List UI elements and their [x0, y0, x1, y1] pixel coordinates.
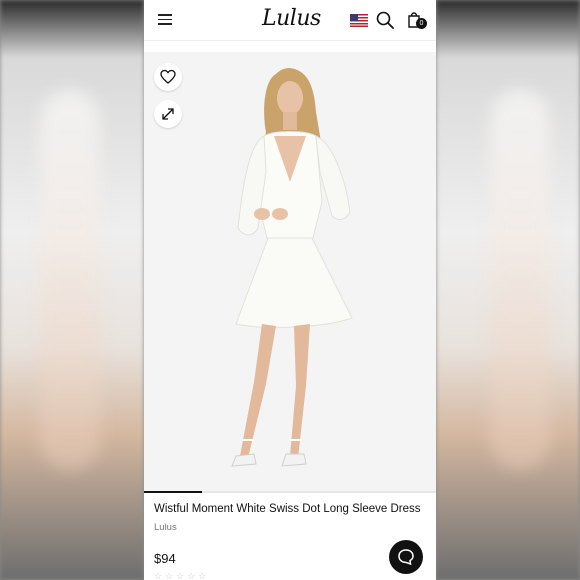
chat-icon — [398, 549, 414, 566]
product-brand[interactable]: Lulus — [154, 522, 177, 533]
heart-icon — [160, 69, 176, 84]
blurred-figure-right — [490, 90, 550, 470]
expand-image-button[interactable] — [154, 100, 182, 128]
top-navigation-bar: Lulus 0 — [144, 0, 436, 41]
menu-icon[interactable] — [158, 14, 172, 25]
carousel-position-indicator — [144, 491, 203, 493]
image-carousel-progress — [144, 491, 436, 493]
product-photo[interactable] — [144, 52, 436, 492]
us-flag-icon[interactable] — [350, 14, 368, 27]
rating-stars[interactable]: ☆☆☆☆☆ — [154, 571, 209, 580]
expand-icon — [162, 108, 174, 120]
search-icon[interactable] — [376, 11, 394, 29]
product-title: Wistful Moment White Swiss Dot Long Slee… — [154, 503, 421, 515]
favorite-button[interactable] — [154, 63, 182, 91]
phone-screen: Lulus 0 Wistful Moment White Swiss Dot L… — [144, 0, 436, 580]
brand-logo[interactable]: Lulus — [262, 6, 321, 32]
product-price: $94 — [154, 551, 176, 566]
blurred-figure-left — [40, 90, 100, 470]
cart-count-badge: 0 — [416, 18, 427, 29]
chat-button[interactable] — [389, 540, 423, 574]
